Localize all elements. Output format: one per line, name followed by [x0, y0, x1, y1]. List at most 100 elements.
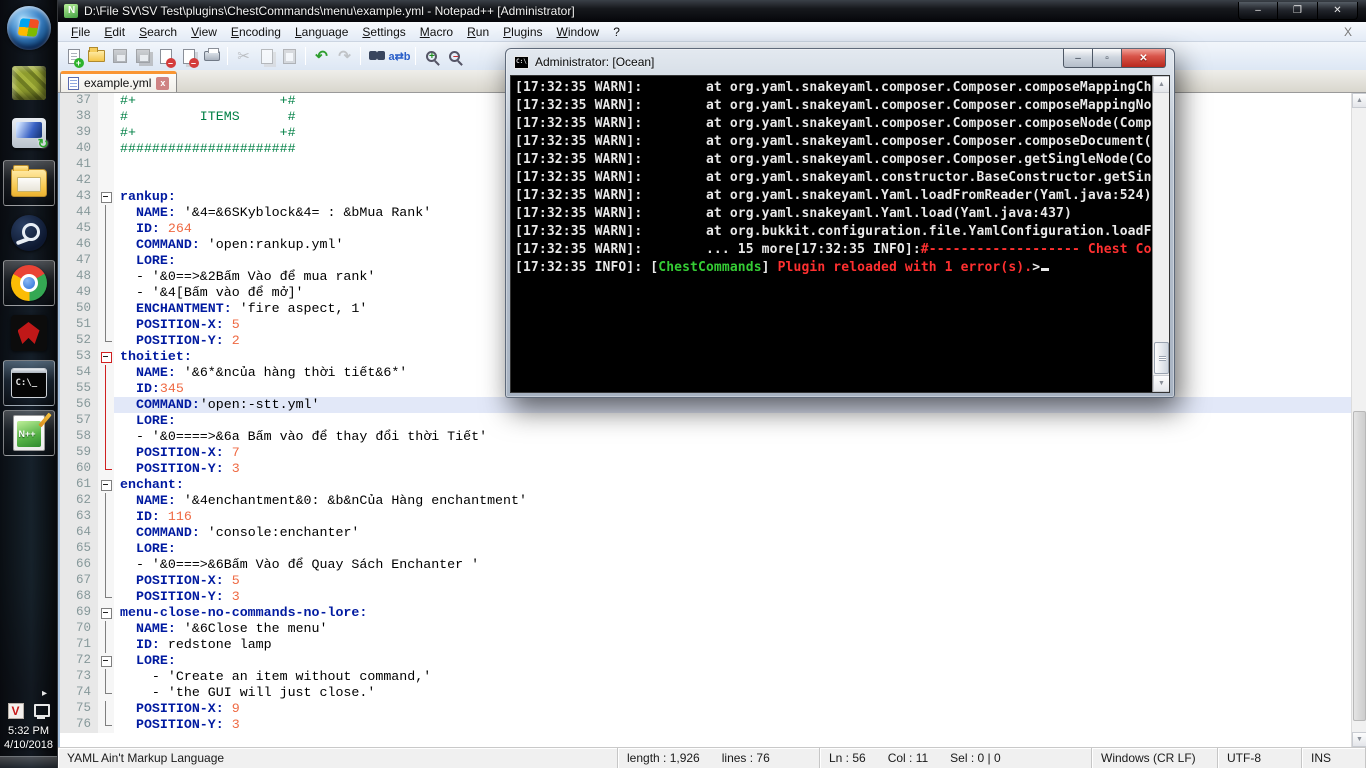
- taskbar-item-remote-desktop[interactable]: [3, 110, 55, 156]
- console-close-button[interactable]: ✕: [1121, 49, 1166, 68]
- redo-button: ↷: [333, 45, 356, 68]
- fold-collapse-box[interactable]: [98, 349, 114, 365]
- start-button[interactable]: [7, 6, 51, 50]
- console-scroll-thumb[interactable]: [1154, 342, 1169, 374]
- zoomout-button[interactable]: [443, 45, 466, 68]
- editor-scroll-thumb[interactable]: [1353, 411, 1366, 721]
- menu-run[interactable]: Run: [460, 23, 496, 41]
- editor-line-76[interactable]: 76 POSITION-Y: 3: [60, 717, 1351, 733]
- editor-line-58[interactable]: 58 - '&0====>&6a Bấm vào để thay đổi thờ…: [60, 429, 1351, 445]
- line-number: 40: [60, 141, 98, 157]
- fold-margin: [98, 173, 114, 189]
- fold-collapse-box[interactable]: [98, 477, 114, 493]
- restore-button[interactable]: ❐: [1278, 2, 1318, 20]
- show-hidden-icons-arrow[interactable]: ▸: [42, 688, 47, 699]
- console-minimize-button[interactable]: –: [1063, 49, 1092, 68]
- zoomin-button[interactable]: [420, 45, 443, 68]
- fold-collapse-box[interactable]: [98, 605, 114, 621]
- menu-macro[interactable]: Macro: [413, 23, 460, 41]
- menu-help[interactable]: ?: [606, 23, 627, 41]
- tab-example-yml[interactable]: example.yml x: [60, 71, 177, 92]
- menu-encoding[interactable]: Encoding: [224, 23, 288, 41]
- find-button[interactable]: [365, 45, 388, 68]
- editor-line-68[interactable]: 68 POSITION-Y: 3: [60, 589, 1351, 605]
- console-vertical-scrollbar[interactable]: ▲ ▼: [1152, 76, 1169, 392]
- menu-view[interactable]: View: [184, 23, 224, 41]
- editor-line-56[interactable]: 56 COMMAND:'open:-stt.yml': [60, 397, 1351, 413]
- taskbar-item-minecraft[interactable]: [3, 60, 55, 106]
- editor-line-57[interactable]: 57 LORE:: [60, 413, 1351, 429]
- taskbar-item-steam[interactable]: [3, 210, 55, 256]
- document-icon: [68, 77, 79, 90]
- undo-button[interactable]: ↶: [310, 45, 333, 68]
- scroll-up-arrow[interactable]: ▲: [1352, 93, 1366, 108]
- line-number: 62: [60, 493, 98, 509]
- line-number: 76: [60, 717, 98, 733]
- taskbar-item-command-prompt[interactable]: [3, 360, 55, 406]
- editor-line-73[interactable]: 73 - 'Create an item without command,': [60, 669, 1351, 685]
- menu-edit[interactable]: Edit: [97, 23, 132, 41]
- menu-settings[interactable]: Settings: [355, 23, 412, 41]
- editor-vertical-scrollbar[interactable]: ▲ ▼: [1351, 93, 1366, 747]
- menu-language[interactable]: Language: [288, 23, 355, 41]
- code-text: POSITION-X: 7: [114, 445, 1351, 461]
- console-cursor: [1041, 268, 1049, 271]
- console-row: [17:32:35 WARN]: at org.yaml.snakeyaml.c…: [515, 152, 1152, 167]
- fold-margin: [98, 461, 114, 477]
- print-button[interactable]: [200, 45, 223, 68]
- fold-collapse-box[interactable]: [98, 653, 114, 669]
- editor-line-66[interactable]: 66 - '&0===>&6Bấm Vào để Quay Sách Encha…: [60, 557, 1351, 573]
- close-button[interactable]: [154, 45, 177, 68]
- editor-line-63[interactable]: 63 ID: 116: [60, 509, 1351, 525]
- editor-line-71[interactable]: 71 ID: redstone lamp: [60, 637, 1351, 653]
- replace-icon: a⇄b: [388, 50, 410, 63]
- document-close-x[interactable]: X: [1336, 25, 1360, 39]
- editor-line-74[interactable]: 74 - 'the GUI will just close.': [60, 685, 1351, 701]
- editor-line-72[interactable]: 72 LORE:: [60, 653, 1351, 669]
- new-button[interactable]: [62, 45, 85, 68]
- notepadpp-titlebar[interactable]: D:\File SV\SV Test\plugins\ChestCommands…: [58, 0, 1366, 22]
- console-scroll-down-arrow[interactable]: ▼: [1153, 375, 1170, 392]
- close-button[interactable]: ✕: [1318, 2, 1358, 20]
- code-text: - 'the GUI will just close.': [114, 685, 1351, 701]
- minimize-button[interactable]: –: [1238, 2, 1278, 20]
- menu-plugins[interactable]: Plugins: [496, 23, 549, 41]
- cmd-icon: [514, 56, 529, 69]
- replace-button[interactable]: a⇄b: [388, 45, 411, 68]
- open-icon: [88, 50, 105, 62]
- taskbar-item-explorer[interactable]: [3, 160, 55, 206]
- editor-line-69[interactable]: 69menu-close-no-commands-no-lore:: [60, 605, 1351, 621]
- closeall-button[interactable]: [177, 45, 200, 68]
- toolbar-separator: [227, 47, 228, 65]
- status-line-number: Ln : 56: [829, 751, 866, 765]
- editor-line-67[interactable]: 67 POSITION-X: 5: [60, 573, 1351, 589]
- editor-line-75[interactable]: 75 POSITION-X: 9: [60, 701, 1351, 717]
- menu-window[interactable]: Window: [550, 23, 607, 41]
- editor-line-64[interactable]: 64 COMMAND: 'console:enchanter': [60, 525, 1351, 541]
- taskbar-item-notepad-plus-plus[interactable]: [3, 410, 55, 456]
- editor-line-59[interactable]: 59 POSITION-X: 7: [60, 445, 1351, 461]
- menu-search[interactable]: Search: [132, 23, 184, 41]
- console-row: [17:32:35 INFO]:: [793, 242, 920, 257]
- editor-line-65[interactable]: 65 LORE:: [60, 541, 1351, 557]
- editor-line-61[interactable]: 61enchant:: [60, 477, 1351, 493]
- save-icon: [113, 49, 127, 63]
- open-button[interactable]: [85, 45, 108, 68]
- console-maximize-button[interactable]: ▫: [1092, 49, 1121, 68]
- taskbar-item-chrome[interactable]: [3, 260, 55, 306]
- editor-line-60[interactable]: 60 POSITION-Y: 3: [60, 461, 1351, 477]
- fold-collapse-box[interactable]: [98, 189, 114, 205]
- editor-line-62[interactable]: 62 NAME: '&4enchantment&0: &b&nCủa Hàng …: [60, 493, 1351, 509]
- taskbar-clock[interactable]: 5:32 PM 4/10/2018: [4, 724, 53, 752]
- vietkey-tray-icon[interactable]: V: [8, 703, 24, 719]
- show-desktop-button[interactable]: [0, 756, 57, 768]
- scroll-down-arrow[interactable]: ▼: [1352, 732, 1366, 747]
- network-tray-icon[interactable]: [32, 703, 50, 719]
- editor-line-70[interactable]: 70 NAME: '&6Close the menu': [60, 621, 1351, 637]
- tab-close-icon[interactable]: x: [156, 77, 169, 90]
- menu-file[interactable]: File: [64, 23, 97, 41]
- console-titlebar[interactable]: Administrator: [Ocean] – ▫ ✕: [506, 49, 1174, 75]
- taskbar-item-garena[interactable]: [3, 310, 55, 356]
- console-scroll-up-arrow[interactable]: ▲: [1153, 76, 1170, 93]
- line-number: 64: [60, 525, 98, 541]
